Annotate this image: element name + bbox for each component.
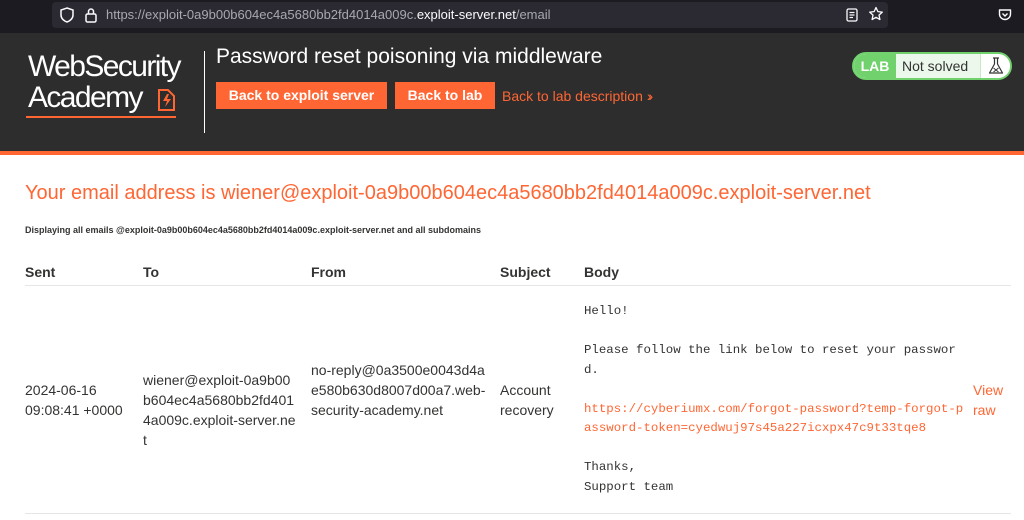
body-instruction: Please follow the link below to reset yo… [584,343,956,377]
back-to-lab-description-label: Back to lab description [502,88,643,104]
url-prefix: https://exploit-0a9b00b604ec4a5680bb2fd4… [106,7,417,22]
logo-line2: Academy [28,81,143,114]
address-bar[interactable]: https://exploit-0a9b00b604ec4a5680bb2fd4… [52,2,888,28]
logo-line1: WebSecurity [28,50,182,83]
body-greeting: Hello! [584,304,629,318]
column-header-to: To [143,264,160,280]
flask-icon-box [980,54,1010,78]
column-header-from: From [311,264,346,280]
lab-status-widget: LAB Not solved [852,52,1012,80]
cell-subject: Account recovery [500,382,554,418]
double-chevron-right-icon: ›› [646,88,654,104]
view-raw-link[interactable]: View raw [973,380,1013,420]
academy-header: WebSecurity Academy Password reset poiso… [0,33,1024,155]
flask-icon [988,57,1004,74]
shield-icon[interactable] [60,7,74,23]
browser-toolbar: https://exploit-0a9b00b604ec4a5680bb2fd4… [0,0,1024,33]
lab-status-text: Not solved [902,58,969,74]
logo-bolt-icon [158,89,175,111]
body-signoff: Thanks, Support team [584,460,674,494]
header-row-divider [25,285,1011,286]
row-divider [25,513,1011,514]
email-address-heading: Your email address is wiener@exploit-0a9… [25,182,871,204]
web-security-academy-logo[interactable]: WebSecurity Academy [26,50,198,130]
lock-icon[interactable] [84,7,98,23]
cell-to: wiener@exploit-0a9b00b604ec4a5680bb2fd40… [143,372,296,448]
back-to-lab-description-link[interactable]: Back to lab description ›› [502,88,654,104]
cell-from: no-reply@0a3500e0043d4ae580b630d8007d00a… [311,362,486,418]
url-suffix: /email [515,7,551,22]
bookmark-star-icon[interactable] [868,6,884,22]
url-host: exploit-server.net [416,7,516,22]
pocket-icon[interactable] [998,8,1012,22]
displaying-emails-note: Displaying all emails @exploit-0a9b00b60… [25,225,481,235]
column-header-sent: Sent [25,264,56,280]
column-header-subject: Subject [500,264,551,280]
reader-view-icon[interactable] [846,8,858,22]
header-divider [204,51,205,133]
back-to-lab-button[interactable]: Back to lab [395,82,495,109]
logo-underline [26,116,176,118]
url-text[interactable]: https://exploit-0a9b00b604ec4a5680bb2fd4… [106,7,551,22]
lab-title: Password reset poisoning via middleware [216,45,603,68]
column-header-body: Body [584,264,619,280]
back-to-exploit-server-button[interactable]: Back to exploit server [216,82,387,109]
lab-tag: LAB [854,54,896,78]
password-reset-link[interactable]: https://cyberiumx.com/forgot-password?te… [584,400,964,439]
cell-body: Hello! Please follow the link below to re… [584,302,964,497]
cell-sent: 2024-06-16 09:08:41 +0000 [25,382,123,418]
